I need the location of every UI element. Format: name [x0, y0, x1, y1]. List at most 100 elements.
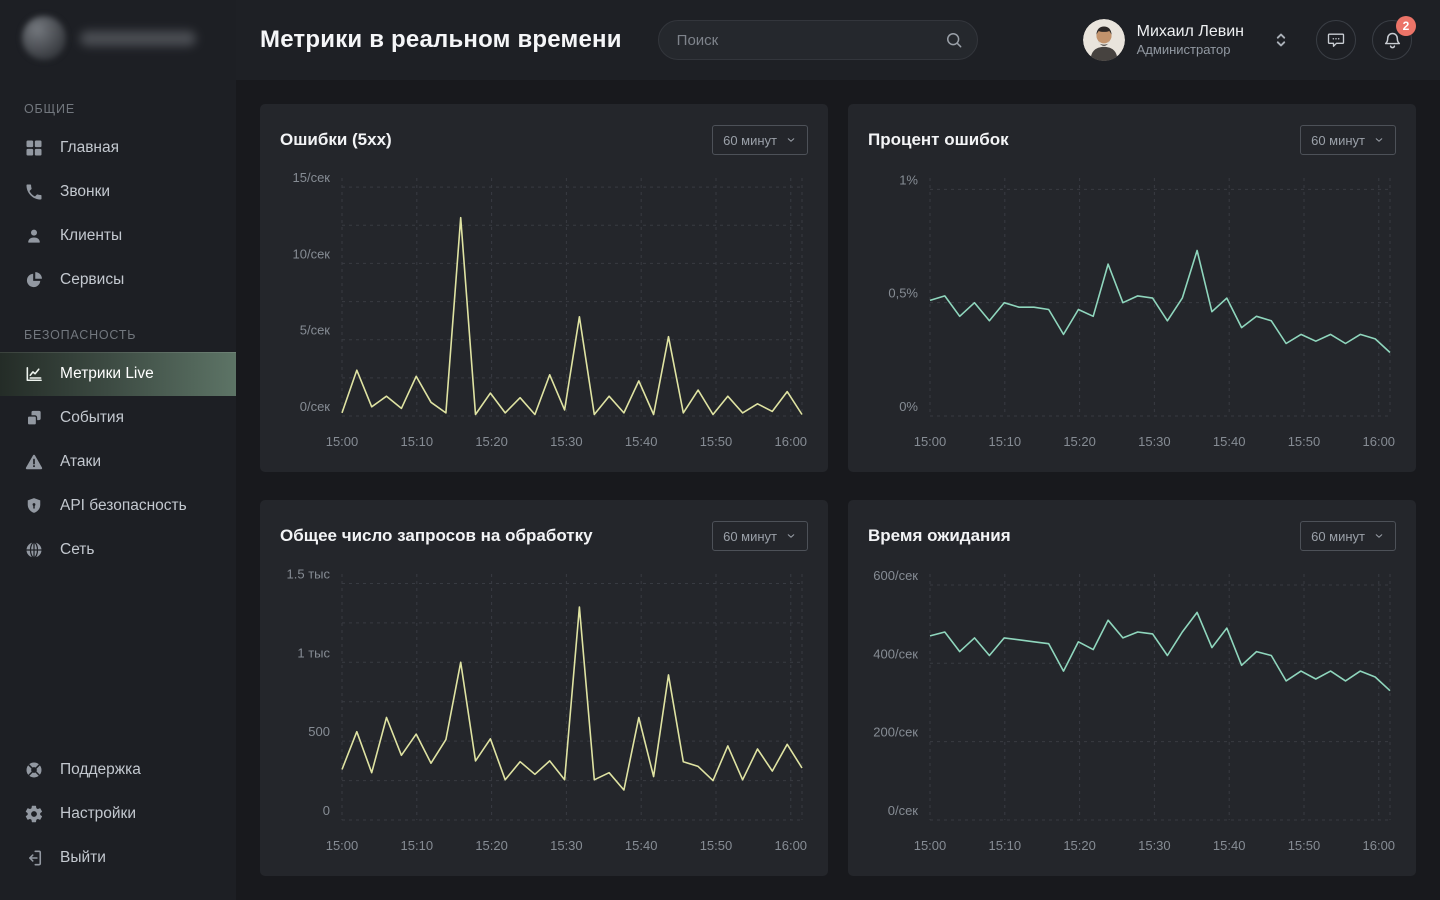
- svg-text:15:20: 15:20: [1063, 838, 1096, 853]
- user-role: Администратор: [1137, 42, 1244, 58]
- sidebar-item-events[interactable]: События: [0, 396, 236, 440]
- sidebar-footer: Поддержка Настройки Выйти: [0, 748, 236, 900]
- time-range-select[interactable]: 60 минут: [1300, 521, 1396, 551]
- errors-5xx-chart: 15/сек 10/сек 5/сек 0/сек 15:00 15:10 15:20 15:…: [280, 164, 808, 458]
- messages-button[interactable]: [1316, 20, 1356, 60]
- pie-chart-icon: [24, 270, 44, 290]
- sidebar-item-metrics-live[interactable]: Метрики Live: [0, 352, 236, 396]
- svg-text:15:00: 15:00: [914, 838, 947, 853]
- chevron-up-down-icon[interactable]: [1270, 26, 1292, 54]
- svg-text:15:00: 15:00: [326, 434, 359, 449]
- lifebuoy-icon: [24, 760, 44, 780]
- svg-text:0: 0: [323, 803, 330, 818]
- logout-icon: [24, 848, 44, 868]
- svg-text:15:10: 15:10: [989, 838, 1022, 853]
- svg-text:1 тыс: 1 тыс: [297, 645, 330, 660]
- chevron-down-icon: [785, 134, 797, 146]
- notifications-button[interactable]: 2: [1372, 20, 1412, 60]
- svg-text:200/сек: 200/сек: [873, 725, 918, 740]
- sidebar-item-label: Настройки: [60, 805, 136, 823]
- time-range-select[interactable]: 60 минут: [712, 521, 808, 551]
- svg-text:15:30: 15:30: [1138, 838, 1171, 853]
- svg-text:16:00: 16:00: [1363, 838, 1396, 853]
- dashboard-grid: Ошибки (5xx) 60 минут 15/сек10/сек5/сек0…: [236, 80, 1440, 900]
- panel-error-rate: Процент ошибок 60 минут 1%0,5%0%15:0015:…: [848, 104, 1416, 472]
- logo-blurred-icon: [22, 16, 66, 60]
- svg-text:5/сек: 5/сек: [300, 323, 331, 338]
- svg-text:15:10: 15:10: [401, 434, 434, 449]
- svg-text:15:30: 15:30: [1138, 434, 1171, 449]
- svg-text:10/сек: 10/сек: [293, 246, 331, 261]
- svg-text:0%: 0%: [899, 399, 918, 414]
- svg-text:15:50: 15:50: [1288, 838, 1321, 853]
- sidebar-item-label: Сервисы: [60, 271, 124, 289]
- app-logo[interactable]: [0, 0, 236, 76]
- svg-text:500: 500: [308, 724, 330, 739]
- svg-text:15:00: 15:00: [914, 434, 947, 449]
- svg-text:15:40: 15:40: [1213, 838, 1246, 853]
- sidebar-item-home[interactable]: Главная: [0, 126, 236, 170]
- sidebar-item-label: Клиенты: [60, 227, 122, 245]
- svg-text:15:20: 15:20: [475, 434, 508, 449]
- panel-errors-5xx: Ошибки (5xx) 60 минут 15/сек10/сек5/сек0…: [260, 104, 828, 472]
- sidebar-item-label: Сеть: [60, 541, 94, 559]
- sidebar-item-attacks[interactable]: Атаки: [0, 440, 236, 484]
- time-range-value: 60 минут: [723, 133, 777, 148]
- total-requests-chart: 1.5 тыс1 тыс500015:0015:1015:2015:3015:4…: [280, 560, 808, 862]
- user-name: Михаил Левин: [1137, 22, 1244, 42]
- svg-text:15:30: 15:30: [550, 838, 583, 853]
- sidebar-item-label: Выйти: [60, 849, 106, 867]
- chat-icon: [1326, 30, 1346, 50]
- svg-text:15:30: 15:30: [550, 434, 583, 449]
- user-icon: [24, 226, 44, 246]
- latency-chart: 600/сек400/сек200/сек0/сек15:0015:1015:2…: [868, 560, 1396, 862]
- layers-icon: [24, 408, 44, 428]
- chart-line-icon: [24, 364, 44, 384]
- svg-text:0/сек: 0/сек: [300, 399, 331, 414]
- svg-text:15:50: 15:50: [700, 838, 733, 853]
- sidebar-item-label: Атаки: [60, 453, 101, 471]
- time-range-select[interactable]: 60 минут: [712, 125, 808, 155]
- sidebar-item-label: Поддержка: [60, 761, 141, 779]
- sidebar-item-services[interactable]: Сервисы: [0, 258, 236, 302]
- search-box: [658, 20, 978, 60]
- svg-text:16:00: 16:00: [775, 838, 808, 853]
- svg-text:1.5 тыс: 1.5 тыс: [287, 566, 331, 581]
- time-range-value: 60 минут: [1311, 529, 1365, 544]
- svg-text:15:50: 15:50: [1288, 434, 1321, 449]
- svg-text:15:20: 15:20: [1063, 434, 1096, 449]
- sidebar-section-security: БЕЗОПАСНОСТЬ: [24, 328, 212, 342]
- phone-icon: [24, 182, 44, 202]
- sidebar-item-calls[interactable]: Звонки: [0, 170, 236, 214]
- panel-latency: Время ожидания 60 минут 600/сек400/сек20…: [848, 500, 1416, 876]
- avatar: [1083, 19, 1125, 61]
- panel-title: Общее число запросов на обработку: [280, 526, 593, 546]
- sidebar-item-settings[interactable]: Настройки: [0, 792, 236, 836]
- grid-icon: [24, 138, 44, 158]
- search-input[interactable]: [658, 20, 978, 60]
- sidebar-item-api-security[interactable]: API безопасность: [0, 484, 236, 528]
- gear-icon: [24, 804, 44, 824]
- svg-text:15/сек: 15/сек: [293, 170, 331, 185]
- topbar: Метрики в реальном времени Михаил Левин …: [236, 0, 1440, 80]
- user-menu[interactable]: Михаил Левин Администратор: [1083, 19, 1244, 61]
- svg-text:16:00: 16:00: [1363, 434, 1396, 449]
- sidebar-item-network[interactable]: Сеть: [0, 528, 236, 572]
- sidebar-item-logout[interactable]: Выйти: [0, 836, 236, 880]
- time-range-select[interactable]: 60 минут: [1300, 125, 1396, 155]
- svg-text:15:20: 15:20: [475, 838, 508, 853]
- svg-text:15:40: 15:40: [1213, 434, 1246, 449]
- sidebar-item-clients[interactable]: Клиенты: [0, 214, 236, 258]
- chevron-down-icon: [1373, 530, 1385, 542]
- panel-title: Время ожидания: [868, 526, 1011, 546]
- user-info: Михаил Левин Администратор: [1137, 22, 1244, 58]
- sidebar-section-general: ОБЩИЕ: [24, 102, 212, 116]
- warning-icon: [24, 452, 44, 472]
- sidebar-item-support[interactable]: Поддержка: [0, 748, 236, 792]
- time-range-value: 60 минут: [723, 529, 777, 544]
- globe-icon: [24, 540, 44, 560]
- svg-text:1%: 1%: [899, 172, 918, 187]
- main-area: Метрики в реальном времени Михаил Левин …: [236, 0, 1440, 900]
- svg-text:16:00: 16:00: [775, 434, 808, 449]
- sidebar-item-label: Звонки: [60, 183, 110, 201]
